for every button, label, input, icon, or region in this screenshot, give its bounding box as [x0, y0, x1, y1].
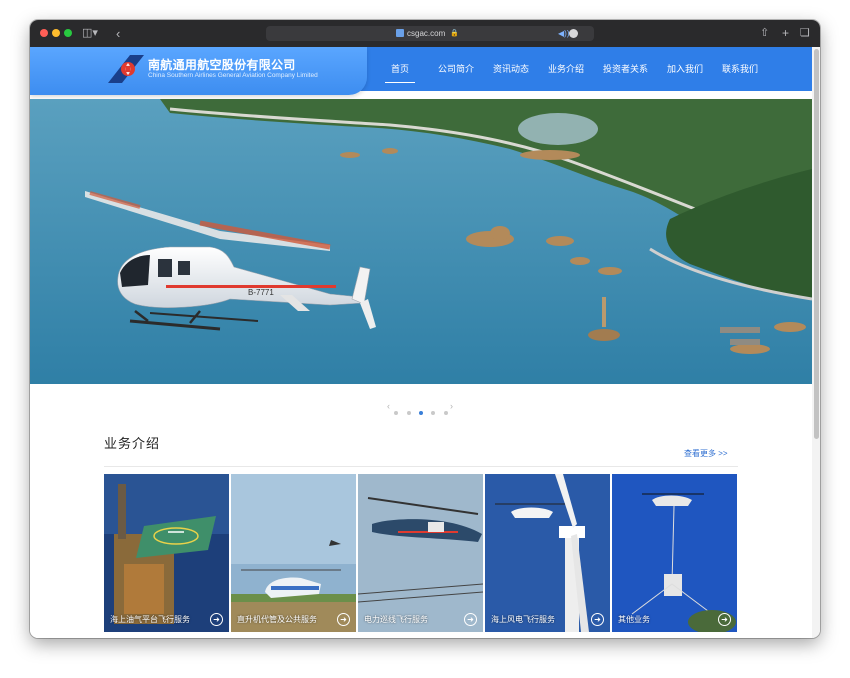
- card-label: 海上风电飞行服务: [491, 615, 555, 624]
- carousel-next-icon[interactable]: ›: [450, 401, 453, 411]
- carousel-dot[interactable]: [394, 410, 399, 415]
- plus-icon[interactable]: +: [782, 20, 789, 47]
- logo-english-name: China Southern Airlines General Aviation…: [148, 72, 318, 79]
- arrow-right-icon[interactable]: ➜: [464, 613, 477, 626]
- close-window-button[interactable]: [40, 29, 48, 37]
- business-cards: 海上油气平台飞行服务 ➜ 直升机代管及公共服务 ➜ 电力巡线飞行服务 ➜ 海上风…: [104, 474, 738, 632]
- browser-titlebar: ◫▾ ‹ csgac.com 🔒 ◀)) ⇧ + ❏: [30, 20, 820, 47]
- browser-window: ◫▾ ‹ csgac.com 🔒 ◀)) ⇧ + ❏ 南航通用航空股份有限公司: [30, 20, 820, 638]
- business-section-title: 业务介绍: [104, 436, 161, 451]
- airline-logo-icon: [108, 55, 144, 83]
- minimize-window-button[interactable]: [52, 29, 60, 37]
- card-image-helicopter-lift: [612, 474, 737, 632]
- nav-company-intro[interactable]: 公司简介: [438, 47, 474, 91]
- back-icon[interactable]: ‹: [116, 20, 120, 47]
- sidebar-icon[interactable]: ◫▾: [82, 20, 98, 47]
- carousel-indicators: ‹ ›: [30, 401, 812, 415]
- scrollbar-thumb[interactable]: [814, 49, 819, 439]
- card-label: 海上油气平台飞行服务: [110, 615, 190, 624]
- business-card-other[interactable]: 其他业务 ➜: [612, 474, 737, 632]
- audio-playing-icon[interactable]: ◀)): [558, 26, 569, 41]
- carousel-dot-active[interactable]: [419, 410, 423, 415]
- card-image-helicopter-ground: [231, 474, 356, 632]
- business-card-offshore-wind[interactable]: 海上风电飞行服务 ➜: [485, 474, 610, 632]
- view-more-link[interactable]: 查看更多 >>: [684, 448, 728, 459]
- hero-image-coastal-helicopter: B-7771: [30, 99, 812, 384]
- nav-business[interactable]: 业务介绍: [548, 47, 584, 91]
- card-image-wind-turbine: [485, 474, 610, 632]
- lock-icon: 🔒: [450, 30, 459, 37]
- page-content: 南航通用航空股份有限公司 China Southern Airlines Gen…: [30, 47, 812, 638]
- tabs-overview-icon[interactable]: ❏: [800, 20, 810, 47]
- site-logo[interactable]: 南航通用航空股份有限公司 China Southern Airlines Gen…: [30, 47, 367, 95]
- business-card-offshore-oil-gas[interactable]: 海上油气平台飞行服务 ➜: [104, 474, 229, 632]
- nav-news[interactable]: 资讯动态: [493, 47, 529, 91]
- business-card-public-service[interactable]: 直升机代管及公共服务 ➜: [231, 474, 356, 632]
- site-favicon-icon: [396, 29, 404, 37]
- address-text: csgac.com: [407, 29, 446, 38]
- nav-join-us[interactable]: 加入我们: [667, 47, 703, 91]
- nav-investor-relations[interactable]: 投资者关系: [603, 47, 648, 91]
- logo-chinese-name: 南航通用航空股份有限公司: [148, 58, 296, 72]
- carousel-dot[interactable]: [431, 410, 436, 415]
- address-bar[interactable]: csgac.com 🔒 ◀)): [266, 26, 594, 41]
- carousel-dot[interactable]: [443, 410, 448, 415]
- nav-contact-us[interactable]: 联系我们: [722, 47, 758, 91]
- arrow-right-icon[interactable]: ➜: [718, 613, 731, 626]
- extension-icon[interactable]: [569, 29, 578, 38]
- card-image-offshore-platform: [104, 474, 229, 632]
- helicopter-registration: B-7771: [248, 288, 274, 297]
- section-divider: [104, 466, 738, 467]
- arrow-right-icon[interactable]: ➜: [210, 613, 223, 626]
- arrow-right-icon[interactable]: ➜: [591, 613, 604, 626]
- card-label: 其他业务: [618, 615, 650, 624]
- arrow-right-icon[interactable]: ➜: [337, 613, 350, 626]
- zoom-window-button[interactable]: [64, 29, 72, 37]
- card-label: 直升机代管及公共服务: [237, 615, 317, 624]
- business-card-power-line[interactable]: 电力巡线飞行服务 ➜: [358, 474, 483, 632]
- card-image-power-line-helicopter: [358, 474, 483, 632]
- nav-home[interactable]: 首页: [384, 47, 416, 91]
- card-label: 电力巡线飞行服务: [364, 615, 428, 624]
- carousel-prev-icon[interactable]: ‹: [387, 401, 390, 411]
- site-header: 南航通用航空股份有限公司 China Southern Airlines Gen…: [30, 47, 812, 95]
- hero-banner[interactable]: B-7771: [30, 99, 812, 384]
- carousel-dot[interactable]: [406, 410, 411, 415]
- share-icon[interactable]: ⇧: [760, 20, 769, 47]
